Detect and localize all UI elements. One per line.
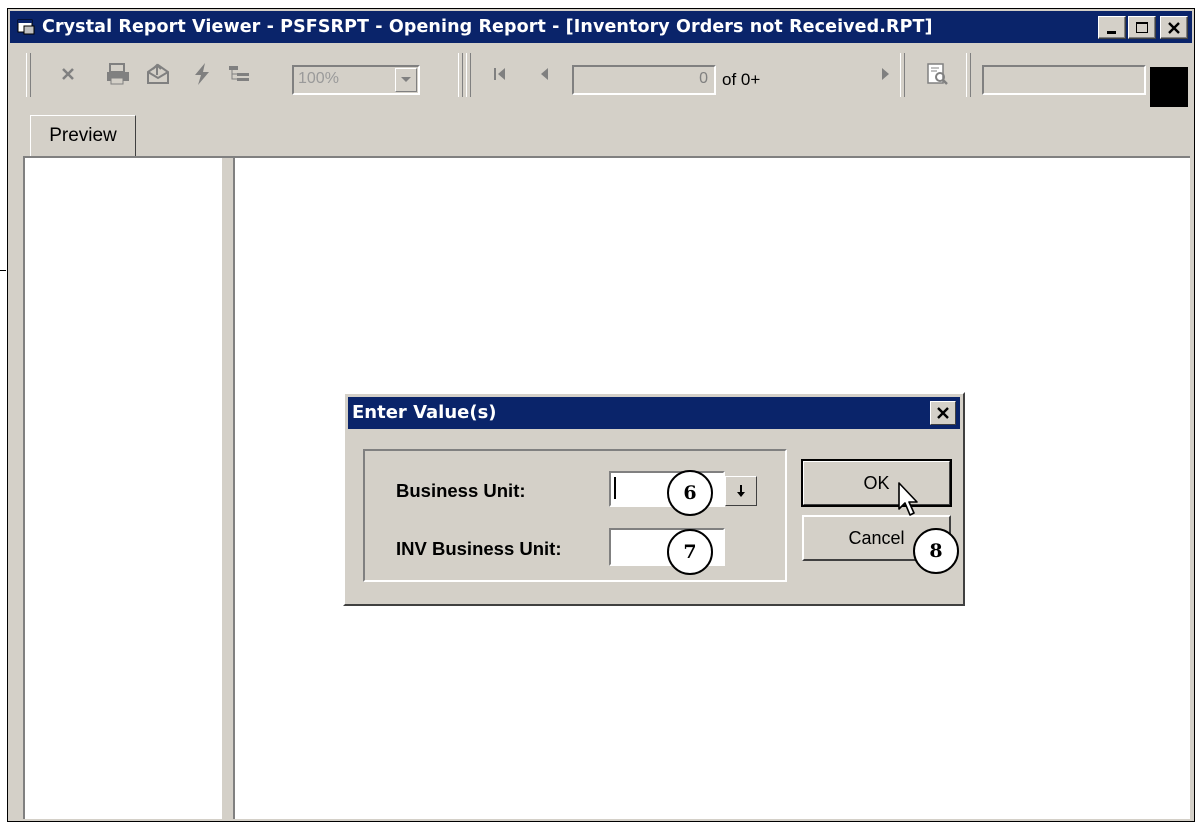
refresh-icon[interactable]: [186, 59, 218, 89]
toolbar-grip-2[interactable]: [466, 53, 471, 97]
window-title: Crystal Report Viewer - PSFSRPT - Openin…: [42, 17, 933, 37]
inv-business-unit-label: INV Business Unit:: [396, 538, 562, 559]
business-unit-dropdown-button[interactable]: [725, 476, 757, 506]
business-unit-label: Business Unit:: [396, 480, 526, 501]
export-icon[interactable]: [142, 59, 174, 89]
search-input[interactable]: [982, 65, 1146, 95]
maximize-icon: [1136, 21, 1148, 33]
close-button[interactable]: [1160, 16, 1188, 39]
dialog-title: Enter Value(s): [352, 402, 497, 423]
callout-8: 8: [913, 528, 959, 574]
title-bar[interactable]: Crystal Report Viewer - PSFSRPT - Openin…: [10, 11, 1192, 43]
first-page-icon[interactable]: [484, 59, 516, 89]
dialog-title-bar[interactable]: Enter Value(s): [348, 397, 960, 429]
chevron-down-icon: [401, 77, 411, 82]
toolbar-separator: [458, 53, 463, 97]
minimize-icon: [1107, 30, 1116, 34]
callout-6: 6: [667, 470, 713, 516]
maximize-button[interactable]: [1128, 16, 1156, 39]
group-tree-splitter[interactable]: [221, 158, 235, 819]
mouse-cursor-icon: [898, 482, 918, 516]
toolbar: 100% 0 of 0+: [10, 45, 1192, 107]
toolbar-separator-2: [900, 53, 905, 97]
next-page-icon[interactable]: [870, 59, 902, 89]
page-count-label: of 0+: [722, 70, 761, 89]
dialog-close-button[interactable]: [930, 401, 956, 425]
zoom-dropdown-button[interactable]: [395, 68, 417, 92]
caption-buttons: [1098, 16, 1188, 39]
arrow-down-icon: [737, 485, 745, 497]
toolbar-grip[interactable]: [26, 53, 31, 97]
tab-preview[interactable]: Preview: [30, 115, 136, 157]
callout-7: 7: [667, 529, 713, 575]
enter-values-dialog: Enter Value(s) Business Unit: INV Busine…: [343, 392, 965, 606]
page-number-input[interactable]: 0: [572, 65, 716, 95]
zoom-select[interactable]: 100%: [292, 65, 420, 95]
toolbar-separator-3: [966, 53, 971, 97]
text-caret: [614, 477, 616, 499]
search-text-icon[interactable]: [922, 59, 954, 89]
minimize-button[interactable]: [1098, 16, 1126, 39]
group-tree-icon[interactable]: [224, 59, 256, 89]
close-report-icon[interactable]: [52, 59, 84, 89]
app-icon: [16, 17, 36, 37]
close-icon: [937, 407, 949, 419]
ok-button[interactable]: OK: [801, 459, 952, 507]
prev-page-icon[interactable]: [528, 59, 560, 89]
zoom-value: 100%: [298, 70, 339, 87]
page-edge-line: [0, 270, 6, 271]
print-icon[interactable]: [102, 59, 134, 89]
animation-logo: [1150, 67, 1188, 107]
close-icon: [1168, 21, 1180, 34]
